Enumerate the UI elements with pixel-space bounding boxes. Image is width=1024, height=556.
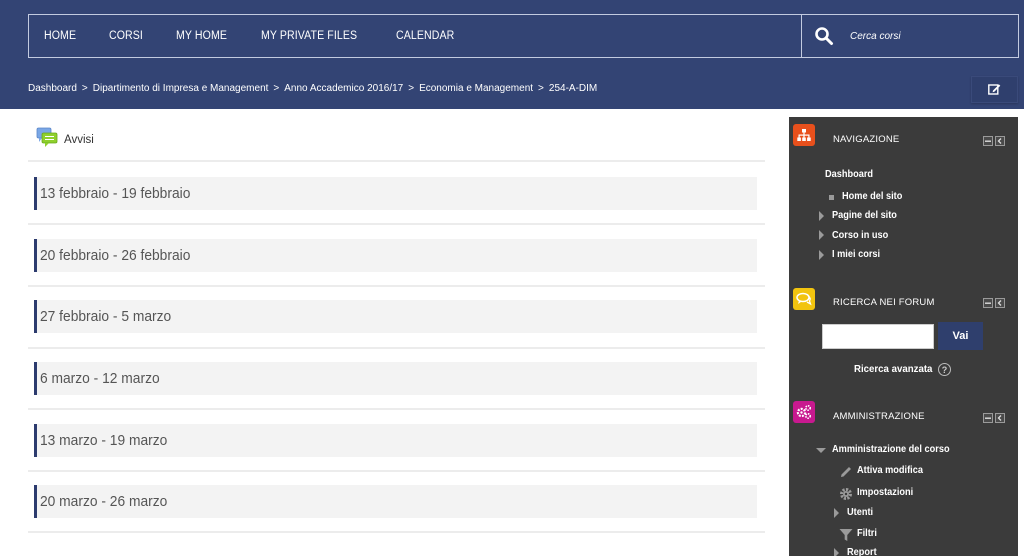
announcements-link[interactable]: Avvisi (64, 134, 94, 146)
forum-icon (36, 127, 58, 153)
nav-item-calendar[interactable]: CALENDAR (396, 30, 454, 42)
block-controls (983, 298, 1005, 308)
search-icon[interactable] (814, 26, 834, 46)
bullet-icon (829, 195, 834, 200)
edit-icon (988, 80, 1001, 99)
block-controls (983, 413, 1005, 423)
week-section[interactable]: 20 marzo - 26 marzo (34, 485, 757, 518)
breadcrumb-separator: > (538, 83, 544, 94)
nav-item-my-private-files[interactable]: MY PRIVATE FILES (261, 30, 357, 42)
week-title[interactable]: 13 febbraio - 19 febbraio (40, 185, 190, 202)
breadcrumb-separator: > (273, 83, 280, 94)
pencil-icon (839, 464, 853, 483)
week-title[interactable]: 20 marzo - 26 marzo (40, 493, 167, 510)
week-section[interactable]: 13 febbraio - 19 febbraio (34, 177, 757, 210)
expand-arrow-icon[interactable] (819, 211, 824, 221)
chat-icon (793, 288, 815, 310)
users-link[interactable]: Utenti (847, 507, 873, 518)
section-divider (28, 408, 765, 410)
settings-gear-icon (839, 486, 853, 505)
course-search (801, 15, 1019, 57)
breadcrumb-dashboard[interactable]: Dashboard (28, 83, 77, 94)
nav-item-corsi[interactable]: CORSI (109, 30, 143, 42)
forum-search-input[interactable] (822, 324, 934, 349)
administration-block-title: AMMINISTRAZIONE (833, 411, 925, 422)
section-divider (28, 470, 765, 472)
help-icon[interactable]: ? (938, 363, 951, 376)
section-divider (28, 160, 765, 162)
course-admin-link[interactable]: Amministrazione del corso (832, 444, 950, 455)
week-title[interactable]: 6 marzo - 12 marzo (40, 370, 160, 387)
nav-item-my-home[interactable]: MY HOME (176, 30, 227, 42)
course-search-input[interactable] (850, 25, 1010, 47)
nav-home-link[interactable]: Home del sito (842, 191, 902, 202)
expand-arrow-icon[interactable] (834, 508, 839, 518)
section-divider (28, 531, 765, 533)
minimize-block-icon[interactable] (983, 136, 993, 146)
sitemap-icon (793, 124, 815, 146)
edit-mode-link[interactable]: Attiva modifica (857, 465, 923, 476)
forum-search-block-title: RICERCA NEI FORUM (833, 297, 935, 308)
filter-icon (839, 527, 853, 546)
breadcrumb-academic-year[interactable]: Anno Accademico 2016/17 (284, 83, 403, 94)
collapse-arrow-icon[interactable] (816, 448, 826, 453)
breadcrumb: Dashboard > Dipartimento di Impresa e Ma… (28, 83, 597, 94)
main-navbar: HOME CORSI MY HOME MY PRIVATE FILES CALE… (28, 14, 1019, 58)
nav-my-courses[interactable]: I miei corsi (832, 249, 880, 260)
breadcrumb-category[interactable]: Economia e Management (419, 83, 533, 94)
expand-arrow-icon[interactable] (819, 230, 824, 240)
gears-icon (793, 401, 815, 423)
course-content: Avvisi 13 febbraio - 19 febbraio 20 febb… (28, 109, 765, 556)
settings-link[interactable]: Impostazioni (857, 487, 913, 498)
week-section[interactable]: 13 marzo - 19 marzo (34, 424, 757, 457)
sidebar: NAVIGAZIONE Dashboard Home del sito Pagi… (789, 117, 1018, 556)
announcements-forum[interactable]: Avvisi (36, 127, 94, 153)
dock-block-icon[interactable] (995, 298, 1005, 308)
dock-block-icon[interactable] (995, 413, 1005, 423)
navigation-block-title: NAVIGAZIONE (833, 134, 900, 145)
week-title[interactable]: 27 febbraio - 5 marzo (40, 308, 171, 325)
expand-arrow-icon[interactable] (834, 548, 839, 556)
minimize-block-icon[interactable] (983, 298, 993, 308)
week-title[interactable]: 20 febbraio - 26 febbraio (40, 247, 190, 264)
breadcrumb-course[interactable]: 254-A-DIM (549, 83, 597, 94)
expand-arrow-icon[interactable] (819, 250, 824, 260)
section-divider (28, 347, 765, 349)
breadcrumb-department[interactable]: Dipartimento di Impresa e Management (93, 83, 269, 94)
week-section[interactable]: 20 febbraio - 26 febbraio (34, 239, 757, 272)
nav-item-home[interactable]: HOME (44, 30, 76, 42)
page-header: HOME CORSI MY HOME MY PRIVATE FILES CALE… (0, 0, 1024, 109)
filters-link[interactable]: Filtri (857, 528, 877, 539)
nav-dashboard-link[interactable]: Dashboard (825, 169, 873, 180)
week-section[interactable]: 6 marzo - 12 marzo (34, 362, 757, 395)
breadcrumb-separator: > (81, 83, 88, 94)
section-divider (28, 285, 765, 287)
nav-site-pages[interactable]: Pagine del sito (832, 210, 897, 221)
block-controls (983, 136, 1005, 146)
advanced-search-link[interactable]: Ricerca avanzata (854, 363, 932, 375)
nav-current-course[interactable]: Corso in uso (832, 230, 888, 241)
week-title[interactable]: 13 marzo - 19 marzo (40, 432, 167, 449)
dock-block-icon[interactable] (995, 136, 1005, 146)
report-link[interactable]: Report (847, 547, 877, 556)
nav-menu: HOME CORSI MY HOME MY PRIVATE FILES CALE… (29, 15, 474, 57)
minimize-block-icon[interactable] (983, 413, 993, 423)
edit-page-button[interactable] (971, 76, 1018, 103)
section-divider (28, 223, 765, 225)
week-section[interactable]: 27 febbraio - 5 marzo (34, 300, 757, 333)
breadcrumb-separator: > (408, 83, 415, 94)
forum-search-button[interactable]: Vai (938, 322, 983, 350)
